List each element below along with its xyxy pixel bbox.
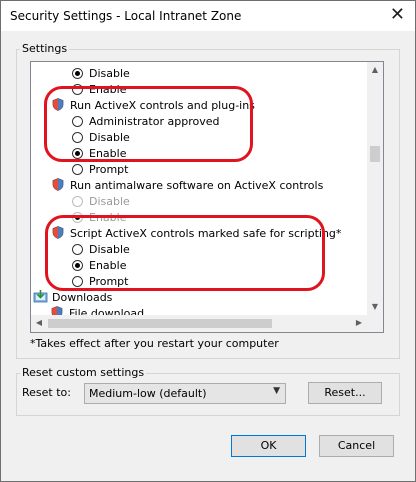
scroll-down-icon[interactable]: ▼ (367, 299, 383, 315)
radio-unselected-icon[interactable] (72, 164, 83, 175)
setting-category: Run antimalware software on ActiveX cont… (52, 178, 323, 194)
radio-option[interactable]: Prompt (72, 162, 128, 178)
vertical-scrollbar[interactable]: ▲ ▼ (367, 62, 383, 315)
scroll-up-icon[interactable]: ▲ (367, 62, 383, 78)
scroll-right-icon[interactable]: ▶ (351, 315, 367, 331)
reset-to-label: Reset to: (22, 386, 71, 399)
radio-selected-icon[interactable] (72, 68, 83, 79)
cancel-button[interactable]: Cancel (319, 435, 394, 457)
highlight-script-activex (45, 215, 325, 291)
ok-button[interactable]: OK (231, 435, 306, 457)
item-label: Downloads (52, 291, 113, 304)
settings-group-label: Settings (20, 42, 70, 55)
reset-level-value: Medium-low (default) (89, 387, 207, 400)
item-label: Run antimalware software on ActiveX cont… (70, 179, 324, 192)
close-icon[interactable]: ✕ (390, 4, 405, 25)
title-bar: Security Settings - Local Intranet Zone … (1, 1, 415, 31)
scroll-left-icon[interactable]: ◀ (31, 315, 47, 331)
reset-level-select[interactable]: Medium-low (default) ▼ (84, 383, 286, 404)
vertical-scroll-thumb[interactable] (370, 146, 380, 162)
radio-unselected-icon (72, 196, 83, 207)
item-label: Prompt (89, 163, 129, 176)
radio-option[interactable]: Disable (72, 66, 130, 82)
reset-group-label: Reset custom settings (20, 366, 147, 379)
item-label: Disable (89, 195, 130, 208)
security-settings-dialog: Security Settings - Local Intranet Zone … (0, 0, 416, 482)
reset-button[interactable]: Reset... (308, 382, 382, 404)
radio-option: Disable (72, 194, 130, 210)
highlight-activex-plugins (44, 86, 253, 162)
footnote-text: *Takes effect after you restart your com… (30, 337, 279, 350)
item-label: Disable (89, 67, 130, 80)
scrollbar-corner (367, 315, 383, 332)
download-icon (33, 290, 48, 303)
chevron-down-icon: ▼ (273, 386, 280, 396)
horizontal-scroll-thumb[interactable] (48, 319, 272, 328)
window-title: Security Settings - Local Intranet Zone (10, 9, 242, 23)
horizontal-scrollbar[interactable]: ◀ ▶ (31, 315, 367, 332)
setting-category: Downloads (33, 290, 112, 306)
shield-icon (52, 178, 64, 191)
